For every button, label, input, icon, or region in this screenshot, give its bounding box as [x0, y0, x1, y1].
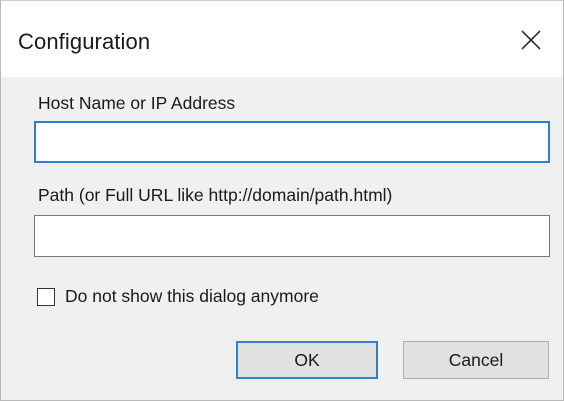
ok-button[interactable]: OK	[236, 341, 378, 379]
close-button[interactable]	[511, 21, 551, 61]
dialog-title: Configuration	[18, 29, 151, 54]
dialog-body: Host Name or IP Address Path (or Full UR…	[1, 77, 563, 400]
cancel-button[interactable]: Cancel	[403, 341, 549, 379]
host-input[interactable]	[34, 121, 550, 163]
host-label: Host Name or IP Address	[38, 93, 236, 113]
dont-show-checkbox[interactable]	[37, 288, 55, 306]
path-label: Path (or Full URL like http://domain/pat…	[38, 185, 393, 205]
configuration-dialog: Configuration Host Name or IP Address Pa…	[0, 0, 564, 401]
dont-show-label[interactable]: Do not show this dialog anymore	[65, 286, 319, 307]
title-bar[interactable]: Configuration	[1, 1, 563, 77]
close-icon	[521, 30, 541, 50]
path-input[interactable]	[34, 215, 550, 257]
